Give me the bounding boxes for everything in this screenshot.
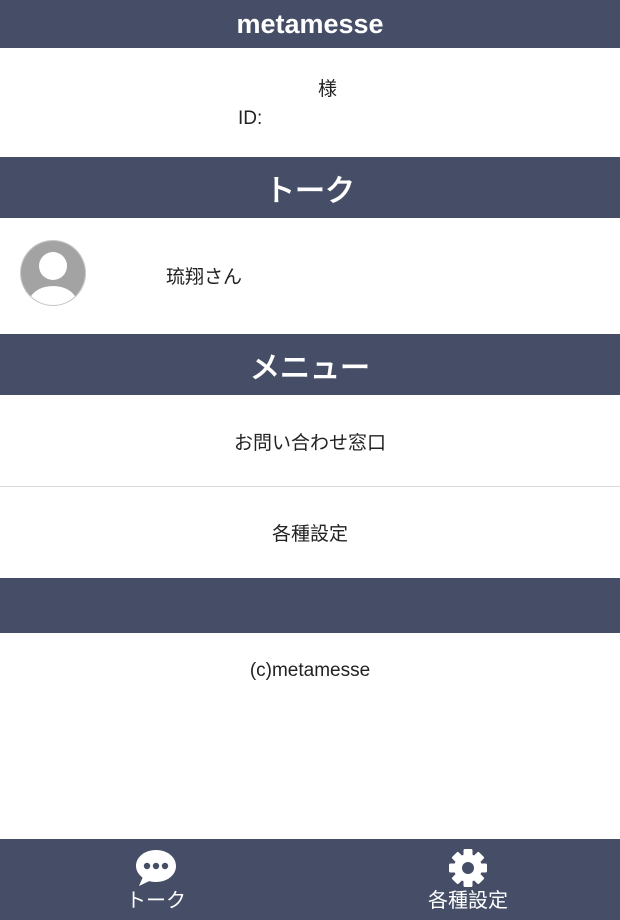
- nav-tab-label: トーク: [126, 888, 186, 912]
- menu-item-label: 各種設定: [271, 522, 348, 545]
- nav-tab-talk[interactable]: トーク: [95, 839, 217, 920]
- talk-heading: トーク: [265, 173, 355, 209]
- user-honorific: 様: [318, 78, 338, 100]
- app-title: metamesse: [236, 8, 384, 39]
- chat-bubble-icon: [136, 850, 176, 886]
- menu-item-settings[interactable]: 各種設定: [0, 487, 620, 577]
- footer-bar: [0, 578, 620, 633]
- bottom-navigation: トーク 各種設定: [0, 839, 620, 920]
- copyright-text: (c)metamesse: [249, 660, 371, 681]
- menu-item-label: お問い合わせ窓口: [233, 431, 386, 454]
- talk-contact-name: 琉翔さん: [166, 266, 243, 288]
- nav-tab-label: 各種設定: [428, 888, 508, 912]
- user-id-label: ID:: [238, 108, 263, 129]
- menu-item-contact[interactable]: お問い合わせ窓口: [0, 396, 620, 486]
- default-avatar-icon: [20, 240, 86, 306]
- menu-heading: メニュー: [250, 350, 370, 386]
- gear-icon: [449, 849, 487, 887]
- menu-section-header: メニュー: [0, 334, 620, 395]
- talk-section-header: トーク: [0, 157, 620, 218]
- app-title-bar: metamesse: [0, 0, 620, 48]
- talk-list-item[interactable]: 琉翔さん: [0, 218, 620, 334]
- nav-tab-settings[interactable]: 各種設定: [407, 839, 529, 920]
